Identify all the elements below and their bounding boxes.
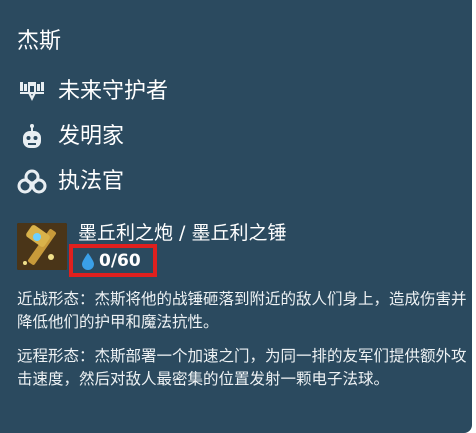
ability-description-melee: 近战形态：杰斯将他的战锤砸落到附近的敌人们身上，造成伤害并降低他们的护甲和魔法抗… bbox=[17, 290, 467, 331]
trait-row-enforcer: 执法官 bbox=[17, 166, 124, 198]
ability-description-ranged: 远程形态：杰斯部署一个加速之门，为同一排的友军们提供额外攻击速度，然后对敌人最密… bbox=[17, 347, 467, 388]
trait-row-inventor: 发明家 bbox=[17, 121, 124, 153]
ability-name: 墨丘利之炮 / 墨丘利之锤 bbox=[78, 222, 287, 244]
champion-name: 杰斯 bbox=[17, 29, 62, 54]
inventor-icon bbox=[17, 122, 47, 152]
trait-label: 未来守护者 bbox=[58, 79, 169, 104]
champion-tooltip-card: 杰斯 未来守护者 发明家 执法官 墨丘利之炮 / 墨丘利之锤 0/60 近战形态… bbox=[0, 0, 472, 433]
trait-row-future-guardian: 未来守护者 bbox=[17, 76, 168, 108]
future-guardian-icon bbox=[17, 77, 47, 107]
mana-cost-highlight: 0/60 bbox=[69, 244, 157, 277]
trait-label: 执法官 bbox=[58, 169, 125, 194]
mana-drop-icon bbox=[82, 252, 94, 270]
hammer-cannon-icon bbox=[17, 223, 67, 270]
trait-label: 发明家 bbox=[58, 124, 125, 149]
mana-value: 0/60 bbox=[99, 250, 141, 271]
enforcer-icon bbox=[17, 167, 47, 197]
